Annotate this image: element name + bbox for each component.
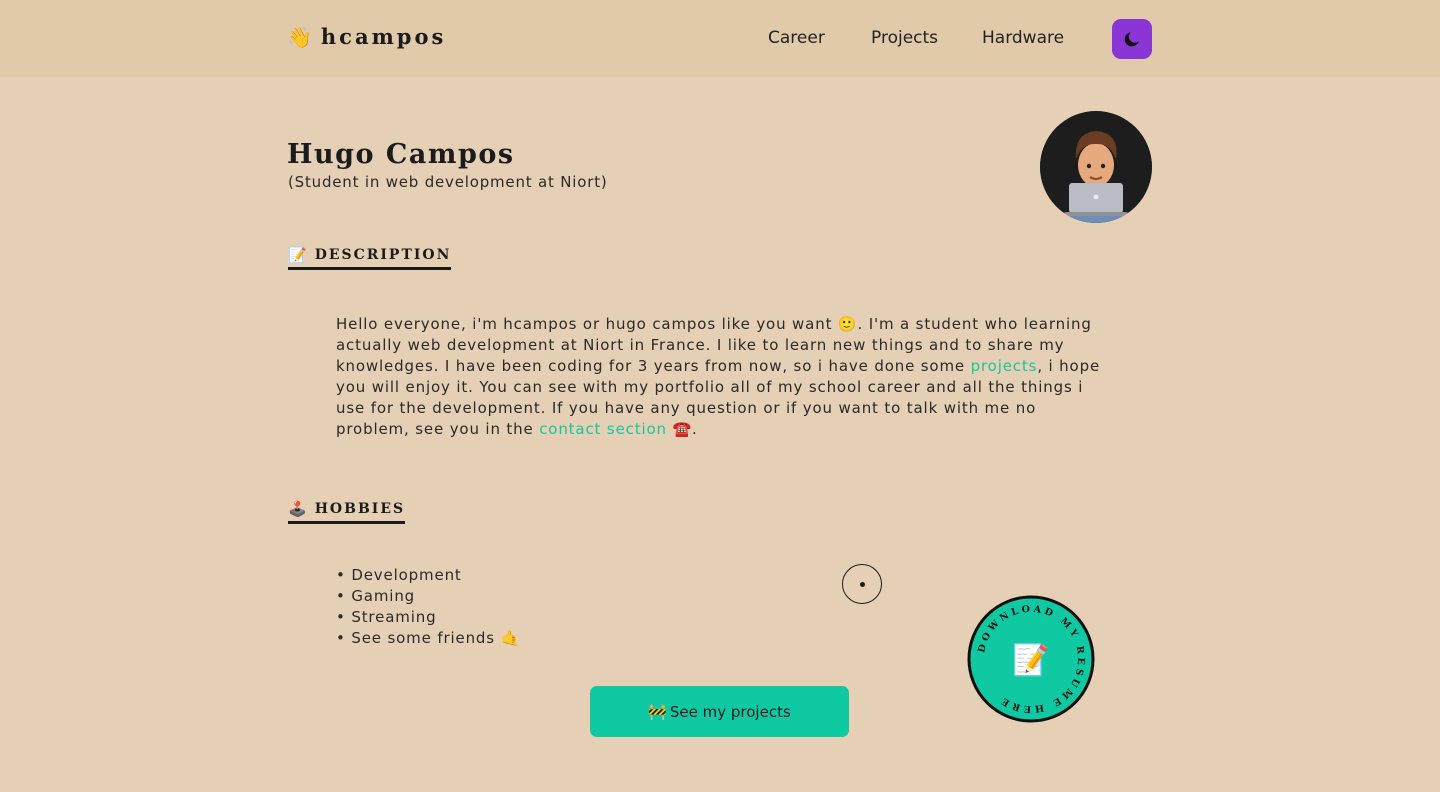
nav-link-projects[interactable]: Projects xyxy=(871,28,938,48)
hobby-item: See some friends 🤙 xyxy=(336,628,520,649)
description-heading-text: DESCRIPTION xyxy=(314,247,452,263)
hobby-item: Development xyxy=(336,565,520,586)
memo-icon: 📝 xyxy=(288,246,307,264)
hobby-item: Streaming xyxy=(336,607,520,628)
avatar xyxy=(1040,111,1152,223)
custom-cursor-dot xyxy=(860,582,865,587)
see-projects-button[interactable]: 🚧 See my projects xyxy=(590,686,849,737)
top-navbar: 👋 hcampos Career Projects Hardware xyxy=(0,0,1440,77)
hobbies-list: Development Gaming Streaming See some fr… xyxy=(336,565,520,649)
brand-logo[interactable]: 👋 hcampos xyxy=(287,24,446,49)
nav-link-hardware[interactable]: Hardware xyxy=(982,28,1064,48)
hobby-item: Gaming xyxy=(336,586,520,607)
description-text: Hello everyone, i'm hcampos or hugo camp… xyxy=(336,314,1106,440)
hobbies-heading: 🕹️ HOBBIES xyxy=(288,500,406,524)
see-projects-label: See my projects xyxy=(669,702,791,721)
projects-link[interactable]: projects xyxy=(971,357,1038,375)
nav-link-career[interactable]: Career xyxy=(768,28,825,48)
theme-toggle-button[interactable] xyxy=(1112,19,1152,59)
memo-icon: 📝 xyxy=(1012,642,1049,678)
contact-section-link[interactable]: contact section xyxy=(539,420,667,438)
resume-badge-graphic: DOWNLOAD MY RESUME HERE 📝 xyxy=(967,595,1095,723)
profile-name: Hugo Campos xyxy=(287,139,515,170)
download-resume-badge[interactable]: DOWNLOAD MY RESUME HERE 📝 xyxy=(967,595,1095,723)
waving-hand-icon: 👋 xyxy=(287,24,312,49)
construction-icon: 🚧 xyxy=(648,702,667,721)
moon-icon xyxy=(1124,32,1139,47)
profile-subtitle: (Student in web development at Niort) xyxy=(288,173,608,191)
joystick-icon: 🕹️ xyxy=(288,500,307,518)
memoji-laptop-avatar-icon xyxy=(1040,111,1152,223)
brand-name: hcampos xyxy=(320,24,447,49)
description-text-part-3: ☎️. xyxy=(666,420,698,438)
description-heading: 📝 DESCRIPTION xyxy=(288,246,452,270)
hobbies-heading-text: HOBBIES xyxy=(314,501,406,517)
